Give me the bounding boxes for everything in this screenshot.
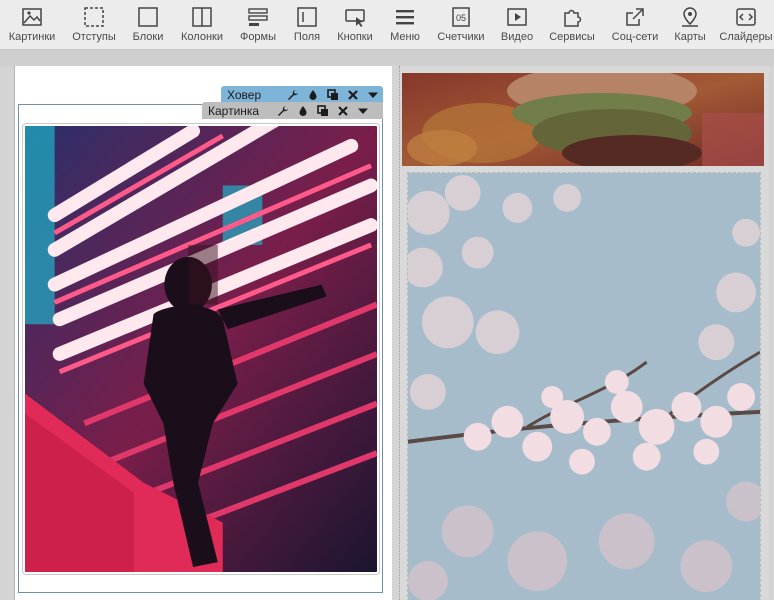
image-icon <box>20 5 44 29</box>
toolbar-item-columns[interactable]: Колонки <box>176 0 228 50</box>
toolbar-item-blocks[interactable]: Блоки <box>127 0 169 50</box>
workspace-top-strip <box>0 50 774 66</box>
dropdown-icon[interactable] <box>363 86 383 103</box>
toolbar-item-label: Отступы <box>72 31 116 43</box>
hover-tag-label: Ховер <box>227 87 262 102</box>
toolbar-item-forms[interactable]: Формы <box>236 0 280 50</box>
food-image[interactable] <box>402 73 764 166</box>
toolbar-item-services[interactable]: Сервисы <box>546 0 598 50</box>
picture-element-tag[interactable]: Картинка <box>202 102 383 119</box>
spacing-icon <box>82 5 106 29</box>
delete-icon[interactable] <box>333 102 353 119</box>
toolbar-item-maps[interactable]: Карты <box>670 0 710 50</box>
toolbar-item-label: Формы <box>239 31 277 43</box>
wrench-icon[interactable] <box>283 86 303 103</box>
widget-toolbar: Картинки Отступы Блоки Колонки Формы Пол… <box>0 0 774 50</box>
toolbar-item-label: Слайдеры <box>719 31 773 43</box>
toolbar-item-fields[interactable]: Поля <box>288 0 326 50</box>
wrench-icon[interactable] <box>273 102 293 119</box>
drop-icon[interactable] <box>303 86 323 103</box>
toolbar-item-label: Меню <box>390 31 420 43</box>
toolbar-item-label: Колонки <box>181 31 223 43</box>
picture-tag-label: Картинка <box>208 103 260 118</box>
blossom-image[interactable] <box>407 172 761 600</box>
video-icon <box>505 5 529 29</box>
map-pin-icon <box>678 5 702 29</box>
dropdown-icon[interactable] <box>353 102 373 119</box>
puzzle-icon <box>560 5 584 29</box>
button-icon <box>343 5 367 29</box>
block-icon <box>136 5 160 29</box>
copy-icon[interactable] <box>313 102 333 119</box>
toolbar-item-social[interactable]: Соц-сети <box>608 0 662 50</box>
drop-icon[interactable] <box>293 102 313 119</box>
svg-text:05: 05 <box>456 13 466 23</box>
toolbar-item-sliders[interactable]: Слайдеры <box>718 0 774 50</box>
field-icon <box>295 5 319 29</box>
columns-icon <box>190 5 214 29</box>
toolbar-item-counters[interactable]: 05 Счетчики <box>434 0 488 50</box>
delete-icon[interactable] <box>343 86 363 103</box>
share-icon <box>623 5 647 29</box>
toolbar-item-video[interactable]: Видео <box>498 0 536 50</box>
toolbar-item-buttons[interactable]: Кнопки <box>334 0 376 50</box>
counter-icon: 05 <box>449 5 473 29</box>
slider-icon <box>734 5 758 29</box>
toolbar-item-label: Карты <box>674 31 706 43</box>
toolbar-item-label: Сервисы <box>549 31 595 43</box>
toolbar-item-label: Счетчики <box>437 31 485 43</box>
toolbar-item-spacing[interactable]: Отступы <box>68 0 120 50</box>
toolbar-item-label: Кнопки <box>337 31 373 43</box>
toolbar-item-menu[interactable]: Меню <box>386 0 424 50</box>
toolbar-item-label: Соц-сети <box>611 31 659 43</box>
toolbar-item-label: Видео <box>500 31 534 43</box>
neon-stairs-picture[interactable] <box>23 124 379 574</box>
menu-icon <box>393 5 417 29</box>
toolbar-item-label: Блоки <box>132 31 164 43</box>
hover-element-tag[interactable]: Ховер <box>221 86 383 103</box>
toolbar-item-label: Поля <box>293 31 321 43</box>
form-icon <box>246 5 270 29</box>
toolbar-item-images[interactable]: Картинки <box>4 0 60 50</box>
copy-icon[interactable] <box>323 86 343 103</box>
toolbar-item-label: Картинки <box>8 31 56 43</box>
